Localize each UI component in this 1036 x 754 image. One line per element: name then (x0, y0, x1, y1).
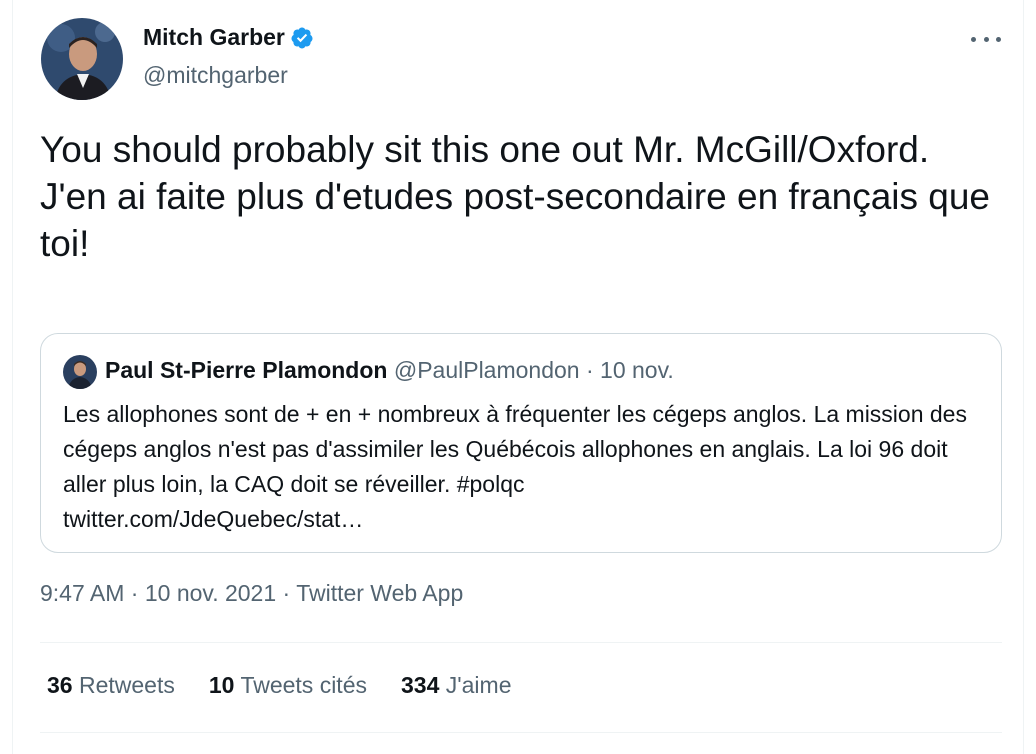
tweet-stats: 36 Retweets 10 Tweets cités 334 J'aime (47, 672, 546, 699)
quote-tweets-label: Tweets cités (240, 672, 367, 698)
more-options-icon[interactable] (971, 27, 1001, 51)
quoted-avatar-image (63, 355, 97, 389)
quoted-text: Les allophones sont de + en + nombreux à… (63, 401, 967, 497)
quoted-header: Paul St-Pierre Plamondon @PaulPlamondon … (105, 357, 674, 384)
quoted-text-block: Les allophones sont de + en + nombreux à… (63, 397, 983, 537)
quoted-tweet[interactable]: Paul St-Pierre Plamondon @PaulPlamondon … (40, 333, 1002, 553)
quoted-author-name: Paul St-Pierre Plamondon (105, 357, 388, 383)
quoted-author-handle: @PaulPlamondon (393, 357, 580, 383)
author-name[interactable]: Mitch Garber (143, 24, 285, 51)
tweet-text: You should probably sit this one out Mr.… (40, 129, 991, 264)
verified-badge-icon (291, 27, 313, 48)
retweets-label: Retweets (78, 672, 175, 698)
tweet-meta: 9:47 AM · 10 nov. 2021 · Twitter Web App (40, 580, 463, 607)
divider (40, 732, 1002, 733)
quoted-author-avatar[interactable] (63, 355, 97, 389)
meta-separator: · (282, 580, 291, 606)
author-avatar-image (41, 18, 123, 100)
quote-tweets-count: 10 (208, 672, 235, 698)
likes-label: J'aime (445, 672, 512, 698)
author-avatar[interactable] (41, 18, 123, 100)
quote-tweets-stat[interactable]: 10 Tweets cités (209, 672, 367, 699)
quoted-separator: · (585, 357, 594, 383)
tweet-source[interactable]: Twitter Web App (296, 580, 463, 606)
author-handle[interactable]: @mitchgarber (143, 62, 288, 89)
divider (40, 642, 1002, 643)
tweet-card: Mitch Garber @mitchgarber You should pro… (12, 0, 1024, 754)
meta-separator: · (130, 580, 139, 606)
retweets-count: 36 (47, 672, 73, 698)
quoted-link[interactable]: twitter.com/JdeQuebec/stat… (63, 502, 983, 537)
tweet-time[interactable]: 9:47 AM (40, 580, 124, 606)
retweets-stat[interactable]: 36 Retweets (47, 672, 175, 699)
quoted-date: 10 nov. (600, 357, 674, 383)
likes-count: 334 (400, 672, 440, 698)
tweet-date[interactable]: 10 nov. 2021 (145, 580, 276, 606)
likes-stat[interactable]: 334 J'aime (401, 672, 512, 699)
author-name-row: Mitch Garber (143, 24, 314, 51)
